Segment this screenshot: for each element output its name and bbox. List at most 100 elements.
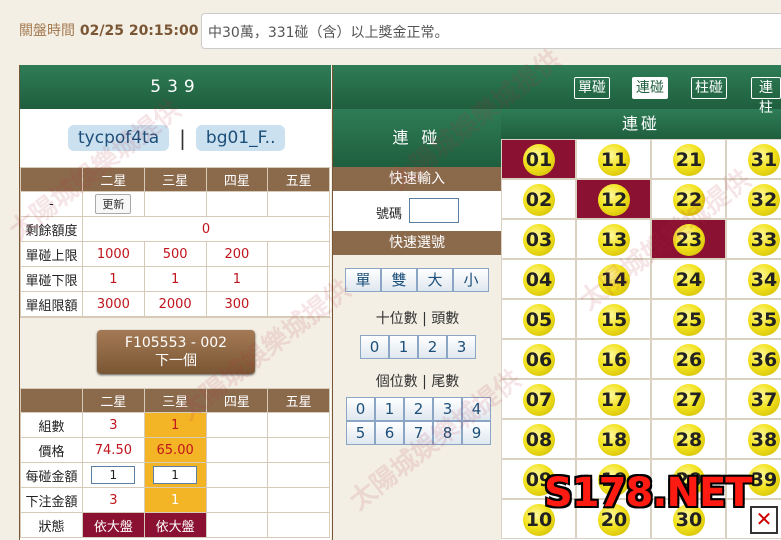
remaining-value: 0 — [82, 216, 330, 242]
number-cell[interactable]: 34 — [726, 259, 781, 299]
next-button-code: F105553 - 002 — [124, 335, 228, 351]
col-header: 三星 — [143, 388, 207, 413]
tens-button[interactable]: 3 — [447, 335, 476, 359]
units-button[interactable]: 6 — [375, 421, 404, 445]
number-cell[interactable]: 14 — [576, 259, 651, 299]
units-label: 個位數 — [375, 374, 418, 390]
number-cell[interactable]: 12 — [576, 179, 651, 219]
number-ball: 37 — [748, 384, 780, 416]
tail-label: 尾數 — [431, 374, 460, 390]
number-cell[interactable]: 04 — [501, 259, 576, 299]
status-badge: 依大盤 — [82, 512, 145, 538]
number-cell[interactable]: 08 — [501, 419, 576, 459]
number-cell[interactable]: 31 — [726, 139, 781, 179]
update-row: - 更新 — [20, 191, 330, 217]
number-cell[interactable]: 01 — [501, 139, 576, 179]
number-cell[interactable]: 06 — [501, 339, 576, 379]
units-button[interactable]: 2 — [404, 397, 433, 421]
big-button[interactable]: 大 — [417, 268, 453, 292]
code-input[interactable] — [409, 198, 459, 223]
number-cell[interactable]: 37 — [726, 379, 781, 419]
tens-button[interactable]: 1 — [389, 335, 418, 359]
number-ball: 01 — [523, 144, 555, 176]
update-button[interactable]: 更新 — [95, 194, 132, 214]
odd-button[interactable]: 單 — [345, 268, 381, 292]
tab-column[interactable]: 柱碰 — [691, 77, 727, 99]
units-heading: 個位數 | 尾數 — [375, 374, 460, 390]
number-cell[interactable]: 02 — [501, 179, 576, 219]
left-panel: 539 tycpof4ta | bg01_F.. 二星 三星 四星 五星 - 更… — [19, 65, 331, 540]
number-cell[interactable]: 26 — [651, 339, 726, 379]
limit-table: 二星 三星 四星 五星 - 更新 剩餘額度 0 單碰上限 1000 500 20… — [20, 167, 330, 317]
agent-badge: bg01_F.. — [195, 125, 286, 151]
number-cell[interactable]: 27 — [651, 379, 726, 419]
close-ad-icon[interactable]: ✕ — [750, 506, 778, 534]
number-cell[interactable]: 32 — [726, 179, 781, 219]
site-logo: S178.NET — [544, 470, 753, 516]
play-tabs: 單碰 連碰 柱碰 連柱 — [501, 65, 781, 116]
number-cell[interactable]: 36 — [726, 339, 781, 379]
number-cell[interactable]: 16 — [576, 339, 651, 379]
tens-label: 十位數 — [375, 311, 418, 327]
number-cell[interactable]: 33 — [726, 219, 781, 259]
status-badge: 依大盤 — [143, 512, 207, 538]
number-cell[interactable]: 03 — [501, 219, 576, 259]
units-button[interactable]: 0 — [346, 397, 375, 421]
next-button[interactable]: F105553 - 002 下一個 — [97, 330, 255, 374]
bet-table: 二星 三星 四星 五星 組數 3 1 價格 74.50 65.00 每碰金額 1… — [20, 388, 330, 538]
number-cell[interactable]: 17 — [576, 379, 651, 419]
cell: 1 — [143, 462, 207, 488]
number-cell[interactable]: 21 — [651, 139, 726, 179]
row-label: 單碰上限 — [20, 241, 83, 267]
tens-row: 0 1 2 3 — [360, 335, 476, 359]
amount-input[interactable]: 1 — [91, 466, 136, 484]
number-cell[interactable]: 13 — [576, 219, 651, 259]
number-cell[interactable]: 25 — [651, 299, 726, 339]
row-label: 下注金額 — [20, 487, 83, 513]
number-cell[interactable]: 07 — [501, 379, 576, 419]
units-button[interactable]: 5 — [346, 421, 375, 445]
units-row-2: 5 6 7 8 9 — [346, 421, 491, 445]
number-cell[interactable]: 28 — [651, 419, 726, 459]
cell — [267, 291, 330, 317]
number-cell[interactable]: 05 — [501, 299, 576, 339]
units-button[interactable]: 3 — [433, 397, 462, 421]
number-ball: 04 — [523, 264, 555, 296]
col-header: 五星 — [267, 167, 330, 192]
number-ball: 31 — [748, 144, 780, 176]
units-button[interactable]: 8 — [433, 421, 462, 445]
units-button[interactable]: 4 — [462, 397, 491, 421]
row-label: 組數 — [20, 412, 83, 438]
number-panel-title: 連碰 — [501, 109, 781, 139]
number-cell[interactable]: 11 — [576, 139, 651, 179]
tab-single[interactable]: 單碰 — [574, 77, 610, 99]
tab-multi[interactable]: 連碰 — [632, 77, 668, 99]
number-cell[interactable]: 22 — [651, 179, 726, 219]
number-cell[interactable]: 38 — [726, 419, 781, 459]
small-button[interactable]: 小 — [453, 268, 489, 292]
units-button[interactable]: 7 — [404, 421, 433, 445]
number-ball: 23 — [673, 224, 705, 256]
number-cell[interactable]: 35 — [726, 299, 781, 339]
cell: 500 — [143, 241, 207, 267]
number-cell[interactable]: 15 — [576, 299, 651, 339]
even-button[interactable]: 雙 — [381, 268, 417, 292]
units-button[interactable]: 9 — [462, 421, 491, 445]
tab-multi-column[interactable]: 連柱 — [751, 77, 781, 116]
cell: 1 — [143, 487, 207, 513]
amount-input[interactable]: 1 — [153, 466, 198, 484]
units-button[interactable]: 1 — [375, 397, 404, 421]
number-cell[interactable]: 23 — [651, 219, 726, 259]
tens-button[interactable]: 2 — [418, 335, 447, 359]
number-panel: 單碰 連碰 柱碰 連柱 連碰 01 11 21 31 02 12 22 32 03 13 23 33 0… — [501, 65, 781, 540]
min-row: 單碰下限 1 1 1 — [20, 266, 330, 292]
cell: 3 — [82, 487, 145, 513]
number-cell[interactable]: 24 — [651, 259, 726, 299]
number-ball: 21 — [673, 144, 705, 176]
limit-header-row: 二星 三星 四星 五星 — [20, 167, 330, 192]
row-label: 剩餘額度 — [20, 216, 83, 242]
tens-button[interactable]: 0 — [360, 335, 389, 359]
number-cell[interactable]: 18 — [576, 419, 651, 459]
code-label: 號碼 — [376, 207, 403, 222]
cell: 74.50 — [82, 437, 145, 463]
